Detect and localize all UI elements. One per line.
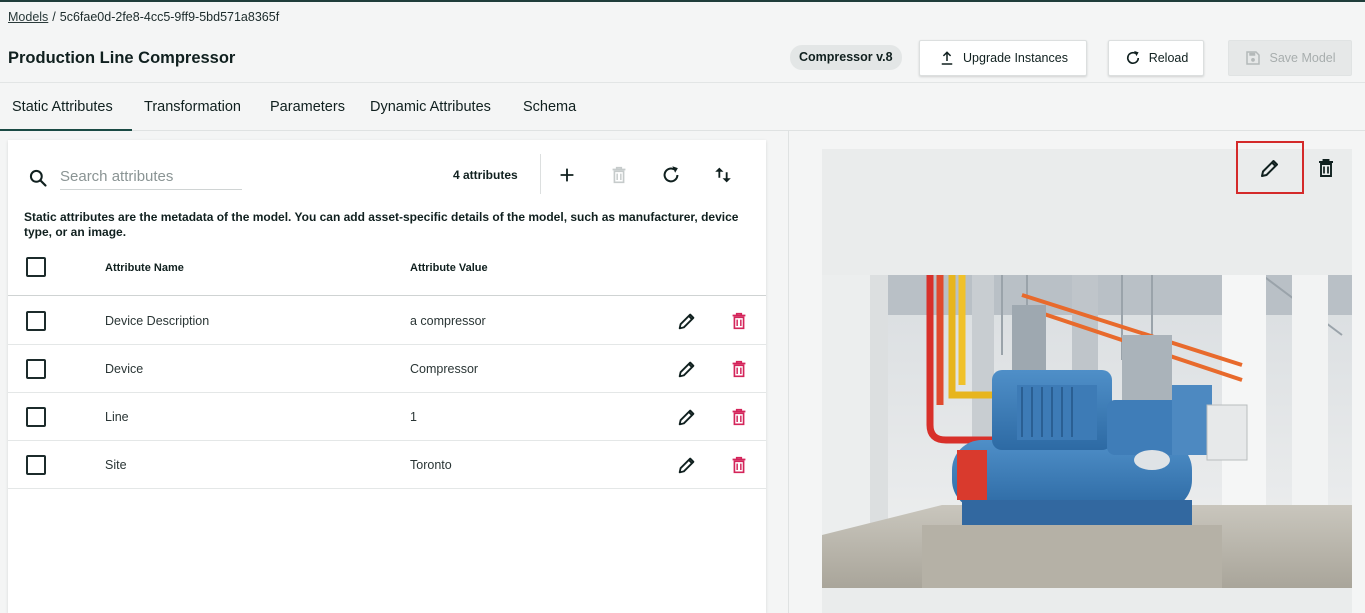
select-all-checkbox[interactable] bbox=[26, 257, 46, 277]
edit-attribute-button[interactable] bbox=[676, 310, 698, 332]
row-checkbox[interactable] bbox=[26, 311, 46, 331]
delete-attribute-button[interactable] bbox=[728, 358, 750, 380]
tab-static-attributes[interactable]: Static Attributes bbox=[0, 83, 132, 131]
edit-image-button[interactable] bbox=[1236, 141, 1304, 194]
table-header-divider bbox=[8, 295, 766, 296]
tab-schema[interactable]: Schema bbox=[523, 83, 576, 131]
attribute-name-cell: Site bbox=[105, 458, 127, 472]
table-row: Device Compressor bbox=[8, 345, 766, 393]
attribute-count: 4 attributes bbox=[453, 168, 518, 182]
save-model-button[interactable]: Save Model bbox=[1228, 40, 1352, 76]
table-row: Site Toronto bbox=[8, 441, 766, 489]
reload-label: Reload bbox=[1148, 51, 1189, 65]
attribute-name-cell: Device bbox=[105, 362, 144, 376]
add-attribute-button[interactable] bbox=[556, 164, 578, 186]
breadcrumb: Models /5c6fae0d-2fe8-4cc5-9ff9-5bd571a83… bbox=[8, 10, 279, 24]
compressor-photo-illustration bbox=[822, 275, 1352, 588]
row-checkbox[interactable] bbox=[26, 455, 46, 475]
breadcrumb-separator: / bbox=[52, 10, 56, 24]
tab-transformation[interactable]: Transformation bbox=[144, 83, 241, 131]
tab-dynamic-attributes[interactable]: Dynamic Attributes bbox=[370, 83, 491, 131]
add-icon bbox=[560, 168, 574, 182]
breadcrumb-current: 5c6fae0d-2fe8-4cc5-9ff9-5bd571a8365f bbox=[59, 10, 280, 24]
attribute-value-cell: a compressor bbox=[410, 314, 486, 328]
reload-button[interactable]: Reload bbox=[1108, 40, 1204, 76]
search-icon bbox=[29, 169, 47, 187]
upgrade-instances-button[interactable]: Upgrade Instances bbox=[919, 40, 1087, 76]
pencil-icon bbox=[678, 313, 695, 330]
edit-attribute-button[interactable] bbox=[676, 358, 698, 380]
attributes-panel: 4 attributes Static attributes are the m… bbox=[8, 140, 766, 613]
version-badge: Compressor v.8 bbox=[790, 45, 902, 70]
attribute-name-cell: Line bbox=[105, 410, 129, 424]
tab-parameters[interactable]: Parameters bbox=[270, 83, 345, 131]
trash-icon bbox=[1319, 159, 1333, 177]
toolbar-divider bbox=[540, 154, 541, 194]
attribute-value-cell: 1 bbox=[410, 410, 417, 424]
column-header-attribute-name: Attribute Name bbox=[105, 262, 184, 274]
attribute-value-cell: Compressor bbox=[410, 362, 479, 376]
save-model-label: Save Model bbox=[1269, 51, 1336, 65]
row-checkbox[interactable] bbox=[26, 359, 46, 379]
upload-icon bbox=[941, 51, 953, 65]
compressor-image bbox=[822, 275, 1352, 588]
save-icon bbox=[1246, 51, 1261, 65]
upgrade-instances-label: Upgrade Instances bbox=[963, 51, 1068, 65]
edit-attribute-button[interactable] bbox=[676, 406, 698, 428]
pencil-icon bbox=[1261, 159, 1278, 177]
attribute-value-cell: Toronto bbox=[410, 458, 452, 472]
attributes-description: Static attributes are the metadata of th… bbox=[24, 210, 739, 239]
trash-icon bbox=[732, 360, 746, 378]
attribute-name-cell: Device Description bbox=[105, 314, 210, 328]
table-row: Line 1 bbox=[8, 393, 766, 441]
column-header-attribute-value: Attribute Value bbox=[410, 262, 488, 274]
refresh-icon bbox=[663, 166, 679, 183]
top-accent-line bbox=[0, 0, 1365, 2]
sort-icon bbox=[715, 167, 731, 183]
trash-icon bbox=[732, 312, 746, 330]
delete-selected-button[interactable] bbox=[608, 164, 630, 186]
pencil-icon bbox=[678, 361, 695, 378]
delete-image-button[interactable] bbox=[1314, 155, 1338, 181]
trash-icon bbox=[732, 408, 746, 426]
delete-attribute-button[interactable] bbox=[728, 310, 750, 332]
row-checkbox[interactable] bbox=[26, 407, 46, 427]
reload-icon bbox=[1126, 50, 1139, 64]
trash-icon bbox=[612, 166, 626, 184]
page-title: Production Line Compressor bbox=[8, 49, 236, 67]
delete-attribute-button[interactable] bbox=[728, 406, 750, 428]
table-row: Device Description a compressor bbox=[8, 297, 766, 345]
sort-attributes-button[interactable] bbox=[712, 164, 734, 186]
search-attributes-input[interactable] bbox=[60, 164, 242, 190]
pencil-icon bbox=[678, 409, 695, 426]
tab-bar: Static Attributes Transformation Paramet… bbox=[0, 83, 1365, 131]
pencil-icon bbox=[678, 457, 695, 474]
panel-splitter[interactable] bbox=[788, 131, 789, 613]
delete-attribute-button[interactable] bbox=[728, 454, 750, 476]
trash-icon bbox=[732, 456, 746, 474]
edit-attribute-button[interactable] bbox=[676, 454, 698, 476]
breadcrumb-models-link[interactable]: Models bbox=[8, 10, 48, 24]
model-header: Production Line Compressor Compressor v.… bbox=[0, 33, 1365, 83]
refresh-attributes-button[interactable] bbox=[660, 164, 682, 186]
